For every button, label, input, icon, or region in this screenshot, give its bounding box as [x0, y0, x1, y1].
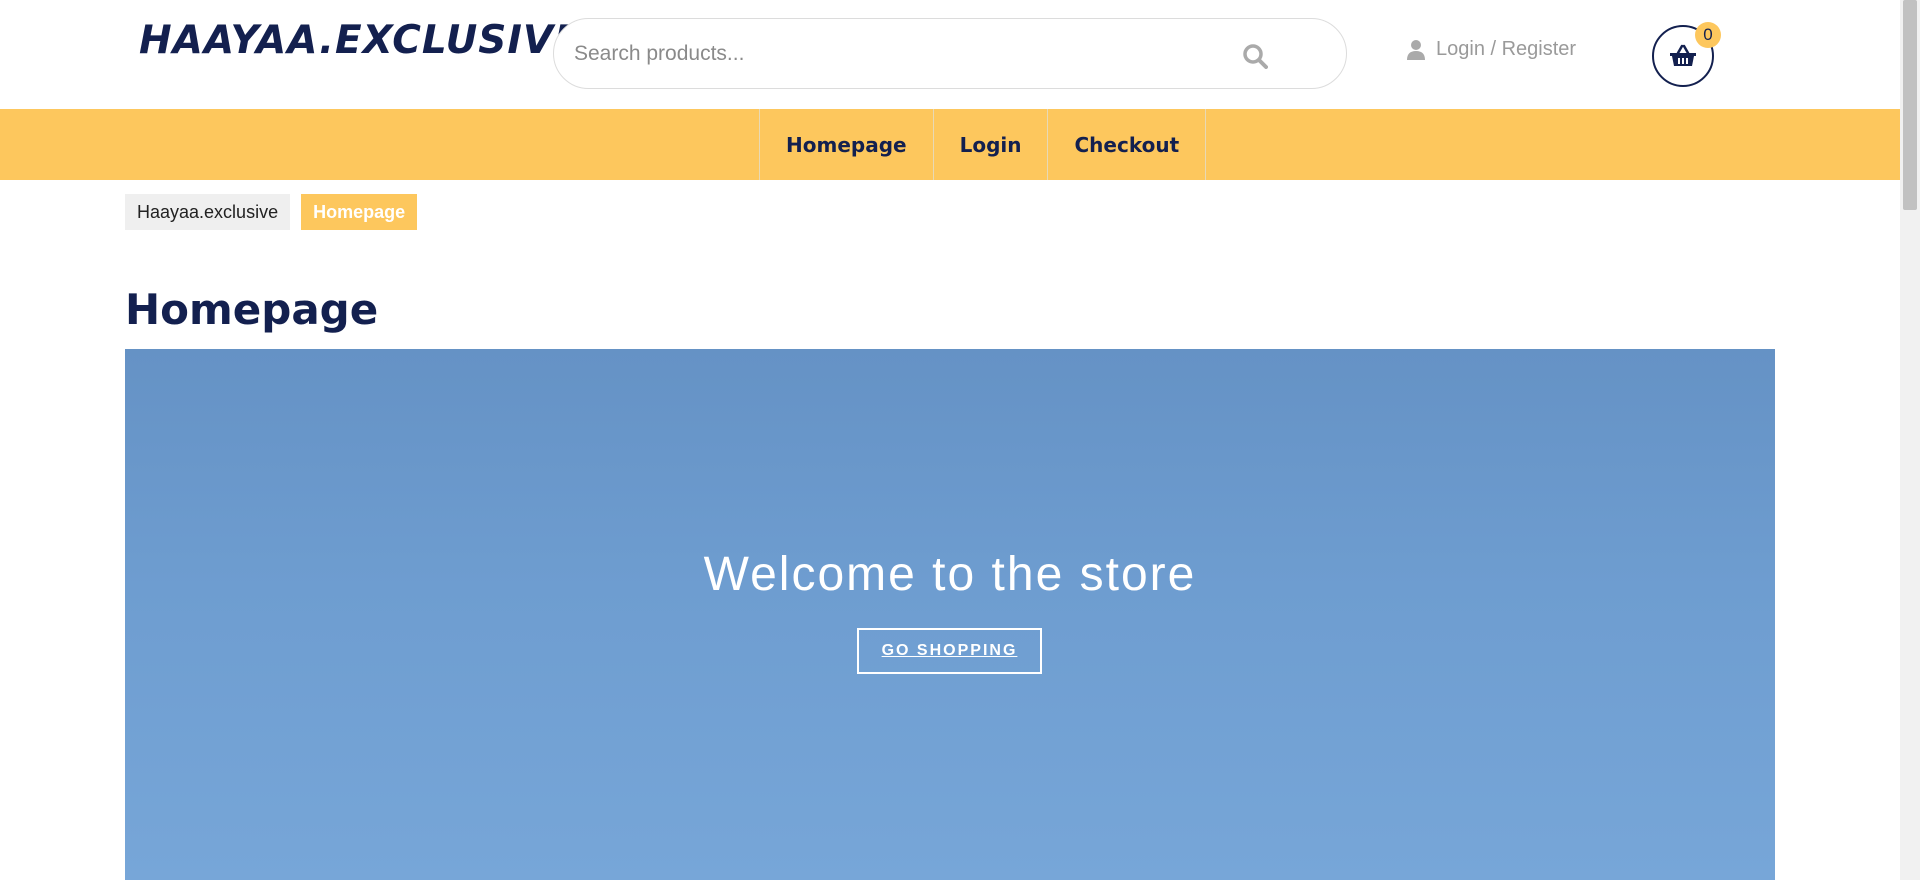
go-shopping-button[interactable]: GO SHOPPING: [857, 628, 1042, 674]
hero-title: Welcome to the store: [703, 548, 1197, 601]
scrollbar-thumb[interactable]: [1903, 0, 1917, 210]
nav-item-checkout[interactable]: Checkout: [1048, 109, 1207, 180]
nav-item-homepage[interactable]: Homepage: [760, 109, 934, 180]
breadcrumb-current: Homepage: [301, 194, 418, 230]
search-bar: [553, 18, 1347, 89]
main-nav: Homepage Login Checkout: [0, 109, 1900, 180]
breadcrumb-home-link[interactable]: Haayaa.exclusive: [125, 194, 291, 230]
search-input[interactable]: [574, 19, 1254, 88]
basket-icon: [1670, 44, 1696, 66]
search-icon[interactable]: [1242, 43, 1268, 69]
page-title: Homepage: [125, 285, 379, 334]
page-scrollbar[interactable]: [1900, 0, 1920, 880]
site-header: HAAYAA.EXCLUSIVE Login / Register 0: [0, 0, 1900, 108]
user-icon: [1407, 39, 1425, 60]
breadcrumb: Haayaa.exclusive Homepage: [125, 194, 418, 230]
hero-banner: Welcome to the store GO SHOPPING: [125, 349, 1775, 880]
login-register-label: Login / Register: [1436, 38, 1577, 60]
nav-item-login[interactable]: Login: [934, 109, 1049, 180]
login-register-link[interactable]: Login / Register: [1406, 38, 1576, 61]
site-logo[interactable]: HAAYAA.EXCLUSIVE: [139, 18, 582, 63]
cart-count-badge: 0: [1695, 22, 1721, 48]
